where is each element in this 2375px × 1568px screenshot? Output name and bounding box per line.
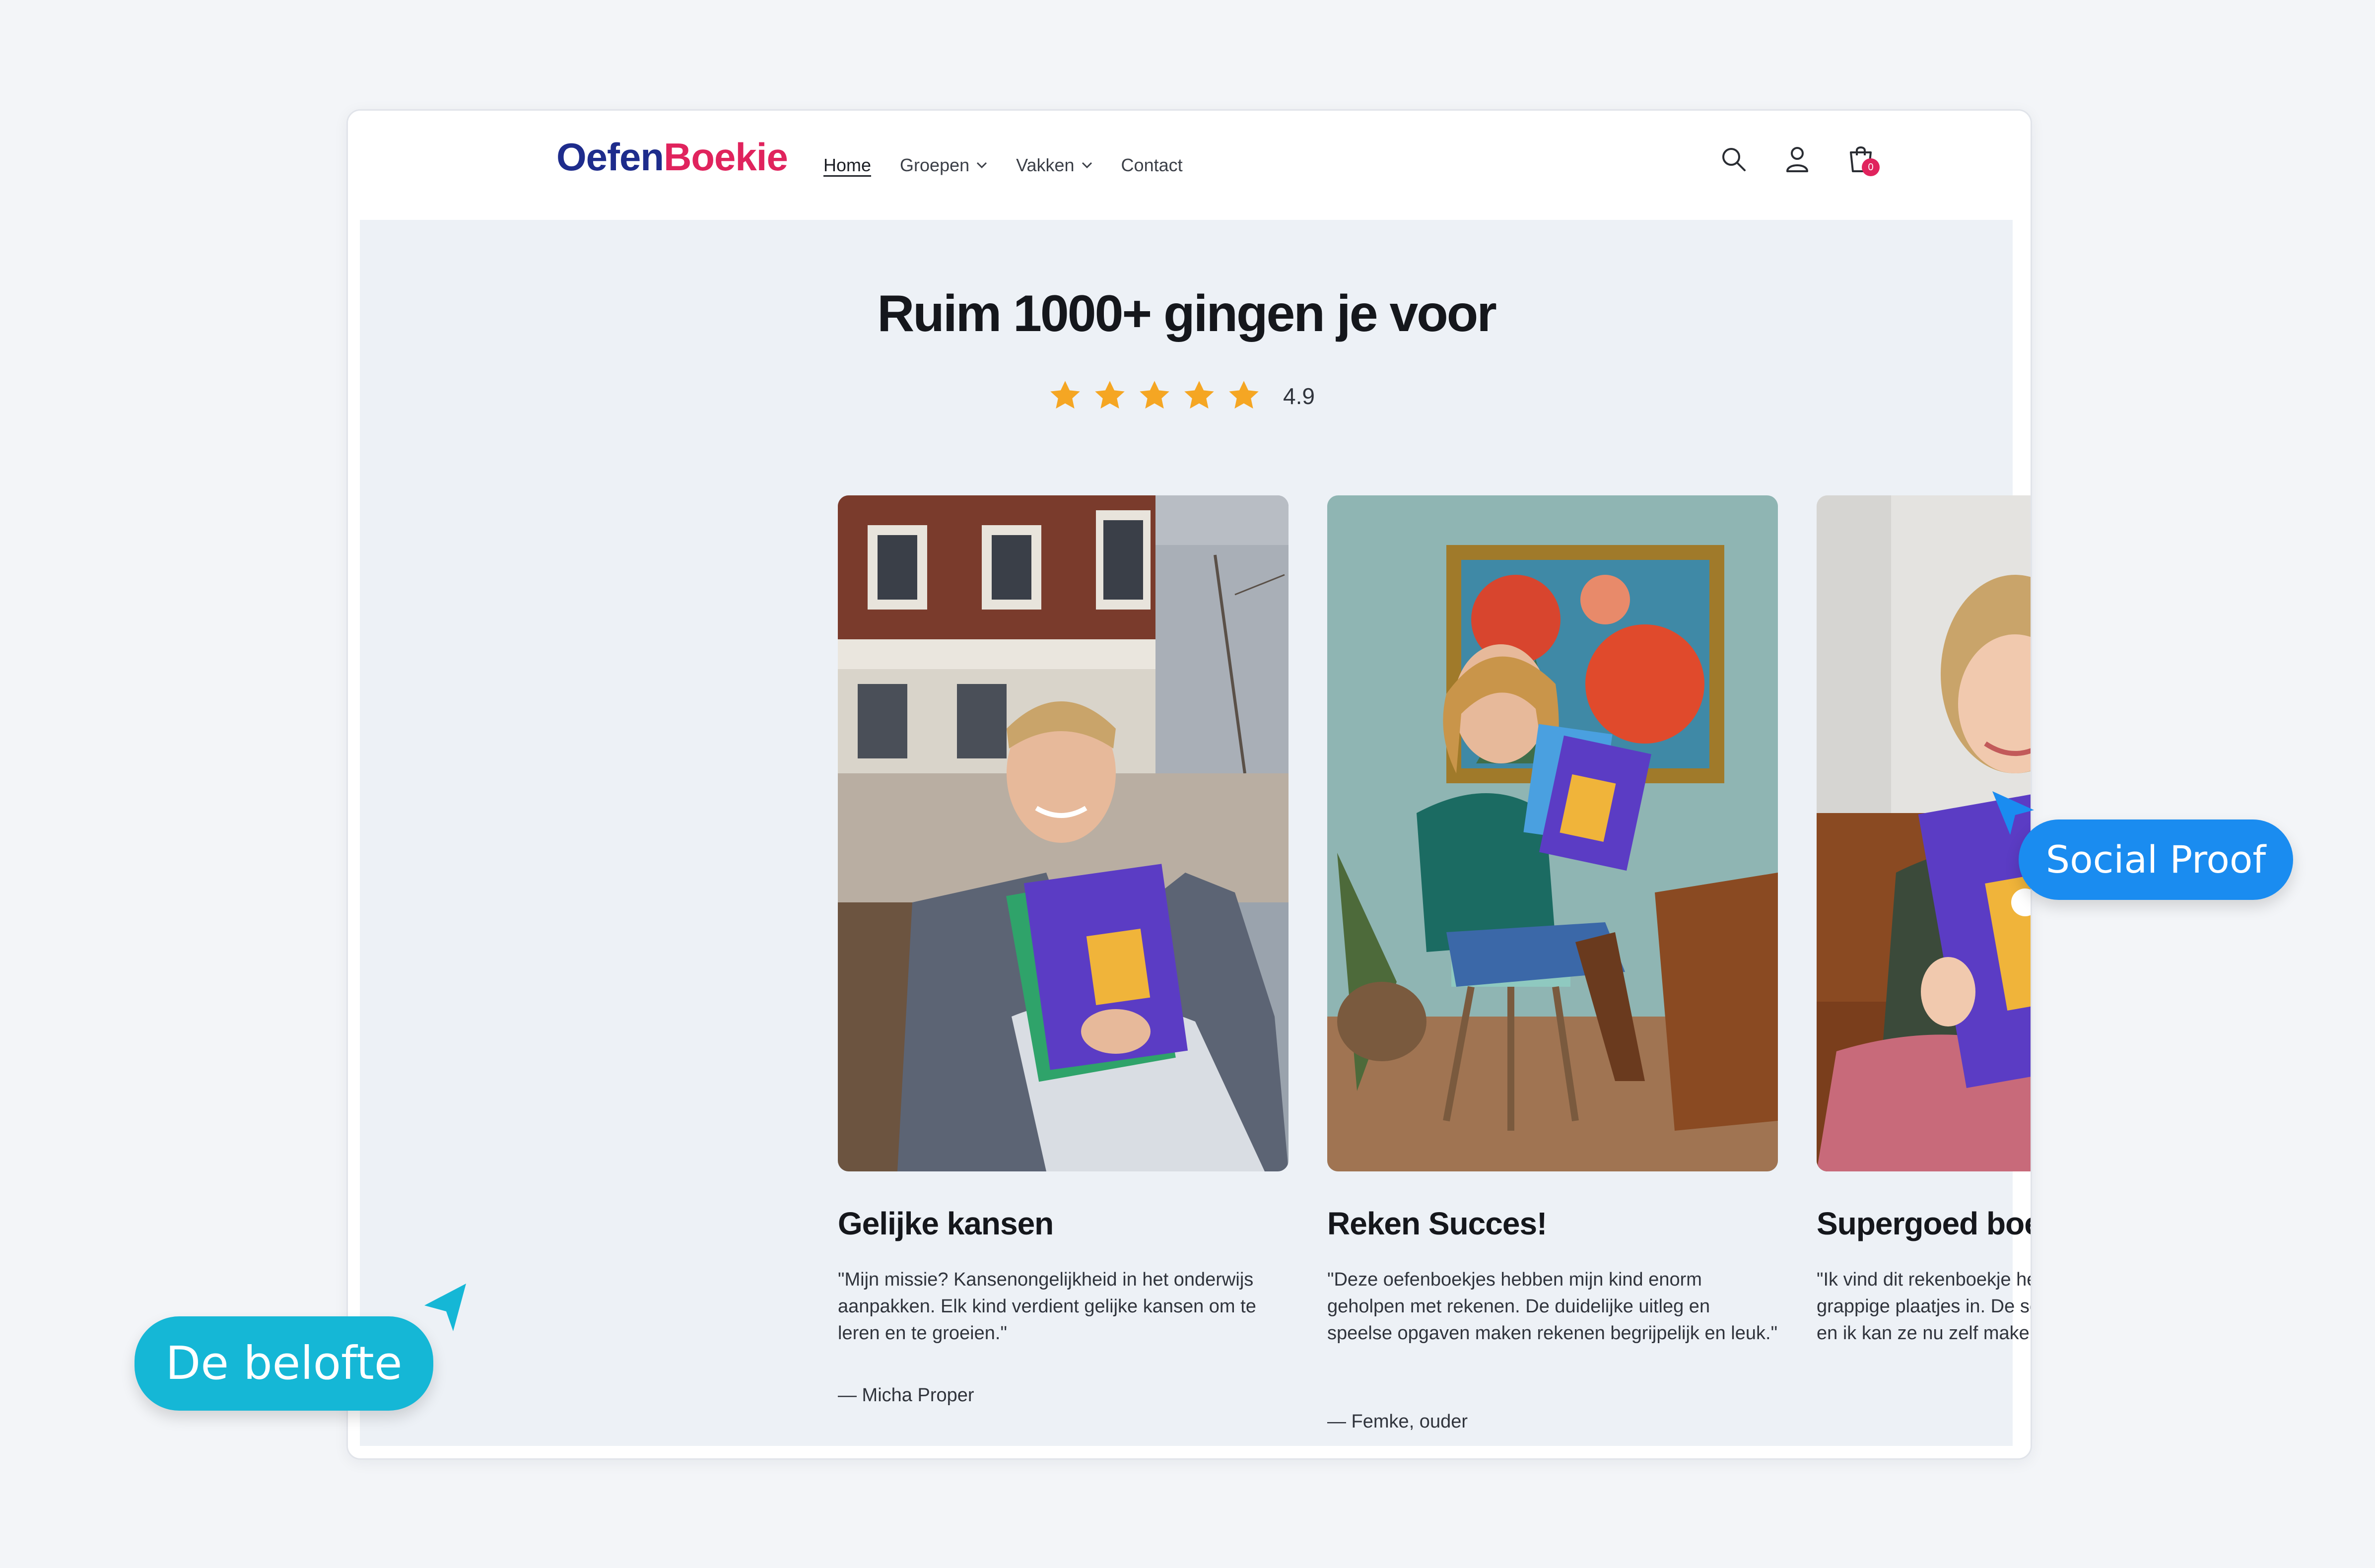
annotation-social-proof: Social Proof (2019, 819, 2293, 900)
rating-row: 4.9 (360, 379, 2013, 413)
nav-vakken[interactable]: Vakken (1016, 155, 1092, 176)
nav-contact-label: Contact (1121, 155, 1183, 175)
star-icon (1095, 381, 1125, 409)
nav-home[interactable]: Home (823, 155, 871, 176)
header-icons: 0 (1718, 143, 1880, 176)
nav-groepen-label: Groepen (900, 155, 970, 175)
annotation-de-belofte: De belofte (135, 1316, 433, 1411)
card-title: Reken Succes! (1327, 1206, 1547, 1241)
card-author: — Micha Proper (838, 1385, 974, 1406)
star-icon (1184, 381, 1214, 409)
logo-part-boekie: Boekie (664, 135, 788, 179)
nav-vakken-label: Vakken (1016, 155, 1075, 175)
card-quote: "Ik vind dit rekenboekje heel leuk want … (1817, 1269, 2031, 1344)
account-button[interactable] (1781, 143, 1813, 175)
testimonials-section: Ruim 1000+ gingen je voor 4.9 Gelijke ka… (360, 220, 2031, 1446)
card-quote: "Mijn missie? Kansenongelijkheid in het … (838, 1269, 1256, 1344)
testimonial-photo (838, 495, 1289, 1171)
chevron-down-icon (977, 162, 987, 169)
testimonial-card-2: Reken Succes! "Deze oefenboekjes hebben … (1327, 495, 1778, 1432)
logo[interactable]: OefenBoekie (556, 135, 788, 180)
chevron-down-icon (1082, 162, 1092, 169)
nav-home-label: Home (823, 155, 872, 175)
card-title: Gelijke kansen (838, 1206, 1054, 1241)
card-title: Supergoed boekje! (1817, 1206, 2031, 1241)
testimonial-card-1: Gelijke kansen "Mijn missie? Kansenongel… (838, 495, 1289, 1406)
photo-woman-in-chair (1327, 495, 1778, 1171)
star-rating (1048, 379, 1261, 413)
main-nav: Home Groepen Vakken Contact (823, 111, 1183, 220)
nav-groepen[interactable]: Groepen (900, 155, 987, 176)
card-author: — Femke, ouder (1327, 1411, 1468, 1432)
account-icon (1786, 147, 1808, 172)
rating-value: 4.9 (1283, 383, 1315, 409)
browser-frame: OefenBoekie Home Groepen Vakken Contact (346, 109, 2032, 1460)
logo-part-oefen: Oefen (556, 135, 664, 179)
star-icon (1229, 381, 1259, 409)
search-button[interactable] (1718, 143, 1750, 175)
search-icon (1722, 148, 1746, 171)
cart-button[interactable]: 0 (1845, 143, 1880, 176)
cart-count-badge: 0 (1862, 158, 1880, 176)
site-header: OefenBoekie Home Groepen Vakken Contact (348, 111, 2031, 220)
star-icon (1050, 381, 1080, 409)
nav-contact[interactable]: Contact (1121, 155, 1183, 176)
section-title: Ruim 1000+ gingen je voor (877, 285, 1497, 342)
card-quote: "Deze oefenboekjes hebben mijn kind enor… (1327, 1269, 1778, 1344)
pointer-arrow-icon (424, 1284, 466, 1331)
star-icon (1140, 381, 1169, 409)
photo-young-man-on-bench (838, 495, 1289, 1171)
testimonial-photo (1327, 495, 1778, 1171)
